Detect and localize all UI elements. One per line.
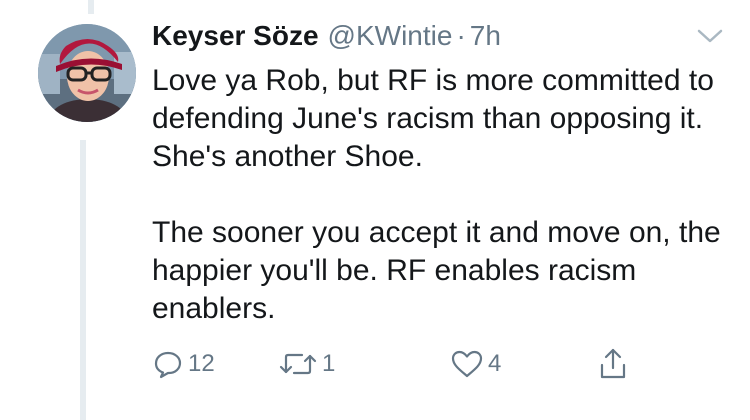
tweet-paragraph-1: Love ya Rob, but RF is more committed to… (152, 64, 714, 173)
avatar-image (38, 24, 136, 122)
share-button[interactable] (597, 344, 629, 384)
reply-icon (154, 351, 182, 379)
heart-icon (451, 350, 483, 378)
tweet-paragraph-2: The sooner you accept it and move on, th… (152, 216, 721, 325)
user-handle[interactable]: @KWintie (328, 20, 453, 52)
tweet: Keyser Söze @KWintie · 7h Love ya Rob, b… (152, 14, 732, 328)
tweet-actions: 12 1 4 (152, 344, 652, 384)
avatar[interactable] (38, 24, 136, 122)
like-count: 4 (488, 350, 502, 377)
tweet-text: Love ya Rob, but RF is more committed to… (152, 62, 732, 328)
reply-count: 12 (188, 350, 215, 377)
like-button[interactable]: 4 (450, 344, 501, 384)
tweet-timestamp[interactable]: 7h (470, 20, 501, 52)
retweet-count: 1 (322, 350, 336, 377)
retweet-icon (279, 353, 317, 375)
chevron-down-icon[interactable] (696, 26, 724, 46)
reply-button[interactable]: 12 (152, 344, 215, 384)
thread-line-bottom (80, 140, 86, 420)
retweet-button[interactable]: 1 (278, 344, 335, 384)
tweet-header: Keyser Söze @KWintie · 7h (152, 14, 732, 58)
display-name[interactable]: Keyser Söze (152, 20, 319, 52)
separator-dot: · (456, 20, 466, 51)
share-icon (600, 348, 626, 379)
thread-line-top (88, 0, 94, 14)
